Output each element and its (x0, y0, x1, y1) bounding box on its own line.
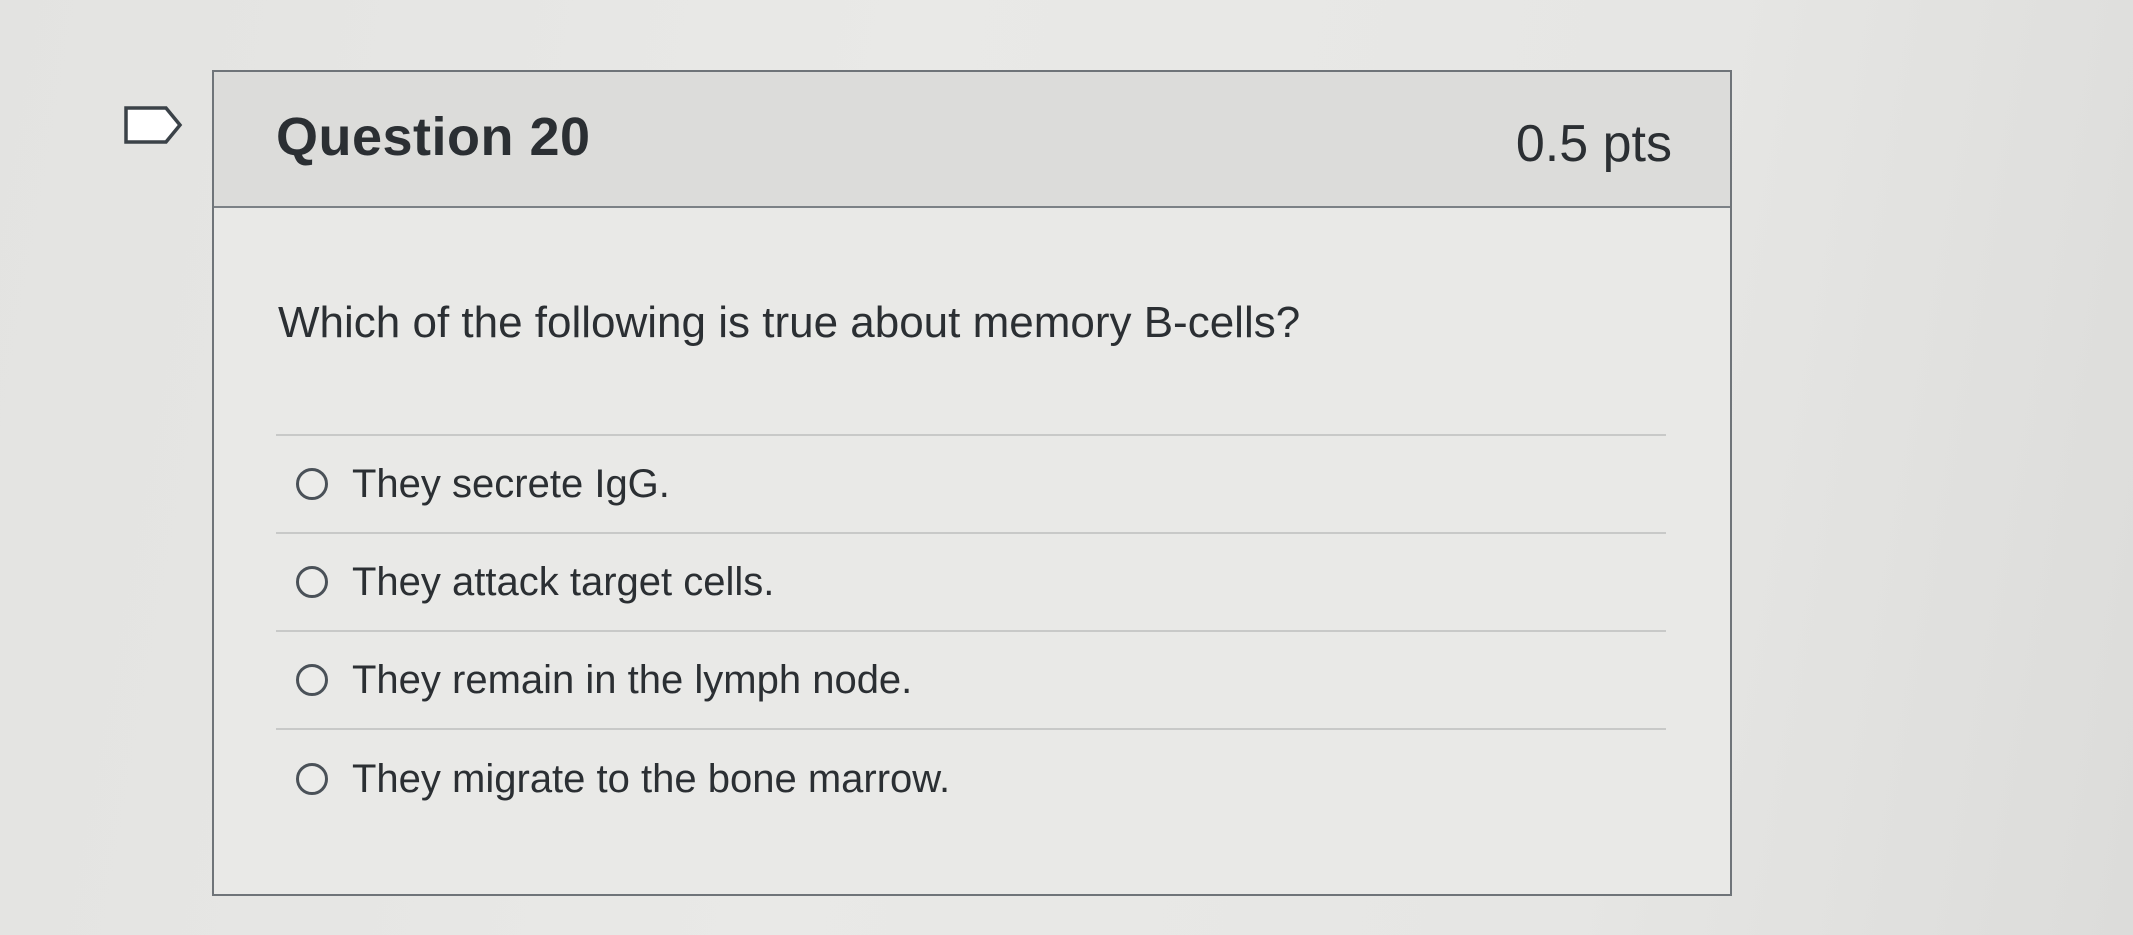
answer-list: They secrete IgG. They attack target cel… (276, 434, 1666, 828)
question-title: Question 20 (276, 107, 591, 167)
answer-option[interactable]: They remain in the lymph node. (276, 632, 1666, 730)
question-header: Question 20 0.5 pts (214, 72, 1730, 208)
question-points: 0.5 pts (1515, 115, 1672, 173)
radio-unchecked-icon[interactable] (296, 468, 328, 500)
answer-option[interactable]: They attack target cells. (276, 534, 1666, 632)
radio-unchecked-icon[interactable] (296, 664, 328, 696)
flag-question-icon[interactable] (122, 104, 184, 146)
answer-option[interactable]: They migrate to the bone marrow. (276, 730, 1666, 828)
answer-label[interactable]: They remain in the lymph node. (352, 658, 912, 703)
answer-label[interactable]: They migrate to the bone marrow. (352, 757, 950, 802)
radio-unchecked-icon[interactable] (296, 763, 328, 795)
answer-label[interactable]: They attack target cells. (352, 560, 774, 605)
radio-unchecked-icon[interactable] (296, 566, 328, 598)
answer-option[interactable]: They secrete IgG. (276, 436, 1666, 534)
question-text: Which of the following is true about mem… (278, 298, 1301, 347)
answer-label[interactable]: They secrete IgG. (352, 462, 670, 507)
question-card: Question 20 0.5 pts Which of the followi… (212, 70, 1732, 896)
